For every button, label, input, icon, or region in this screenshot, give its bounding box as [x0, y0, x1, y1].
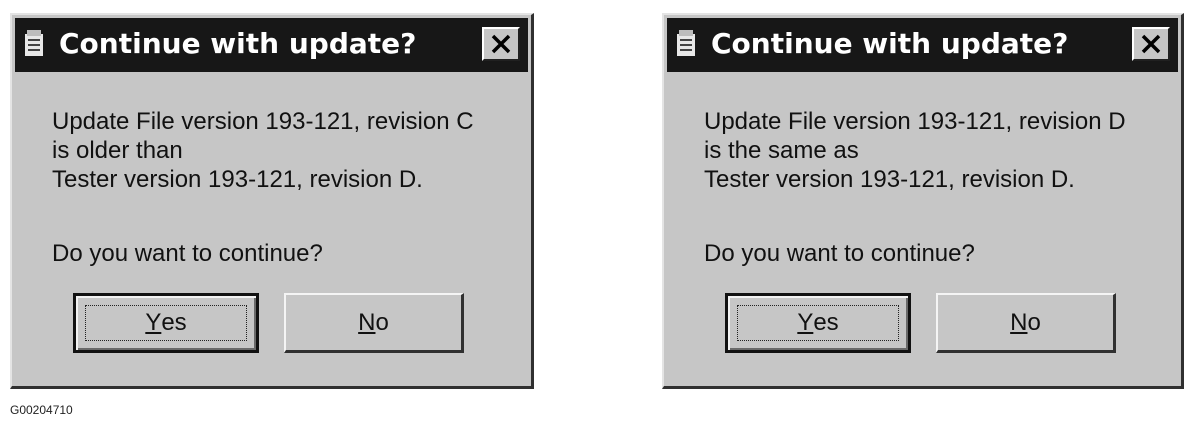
focus-rectangle	[737, 305, 899, 341]
app-icon	[23, 28, 45, 58]
no-mnemonic: N	[1010, 308, 1028, 336]
title-bar[interactable]: Continue with update?	[15, 18, 528, 72]
no-button[interactable]: No	[936, 293, 1116, 353]
message-line: is the same as	[704, 137, 859, 164]
dialog-question: Do you want to continue?	[52, 240, 323, 267]
message-line: Tester version 193-121, revision D.	[52, 166, 423, 193]
dialog-question: Do you want to continue?	[704, 240, 975, 267]
dialog-message: Update File version 193-121, revision C …	[52, 107, 474, 194]
dialog-same-version: Continue with update? Update File versio…	[662, 13, 1184, 389]
close-x-icon	[1141, 34, 1161, 54]
no-button[interactable]: No	[284, 293, 464, 353]
yes-button[interactable]: Yes	[73, 293, 259, 353]
close-x-icon	[491, 34, 511, 54]
app-icon	[675, 28, 697, 58]
dialog-older-version: Continue with update? Update File versio…	[10, 13, 534, 389]
no-mnemonic: N	[358, 308, 376, 336]
message-line: Tester version 193-121, revision D.	[704, 166, 1075, 193]
close-button[interactable]	[1132, 27, 1170, 61]
message-line: Update File version 193-121, revision D	[704, 108, 1126, 135]
yes-button[interactable]: Yes	[725, 293, 911, 353]
message-line: Update File version 193-121, revision C	[52, 108, 474, 135]
dialog-title: Continue with update?	[711, 27, 1069, 60]
no-label-rest: o	[1027, 308, 1041, 336]
focus-rectangle	[85, 305, 247, 341]
dialog-message: Update File version 193-121, revision D …	[704, 107, 1126, 194]
title-bar[interactable]: Continue with update?	[667, 18, 1178, 72]
figure-caption: G00204710	[10, 403, 73, 417]
no-label-rest: o	[375, 308, 389, 336]
dialog-title: Continue with update?	[59, 27, 417, 60]
message-line: is older than	[52, 137, 183, 164]
close-button[interactable]	[482, 27, 520, 61]
